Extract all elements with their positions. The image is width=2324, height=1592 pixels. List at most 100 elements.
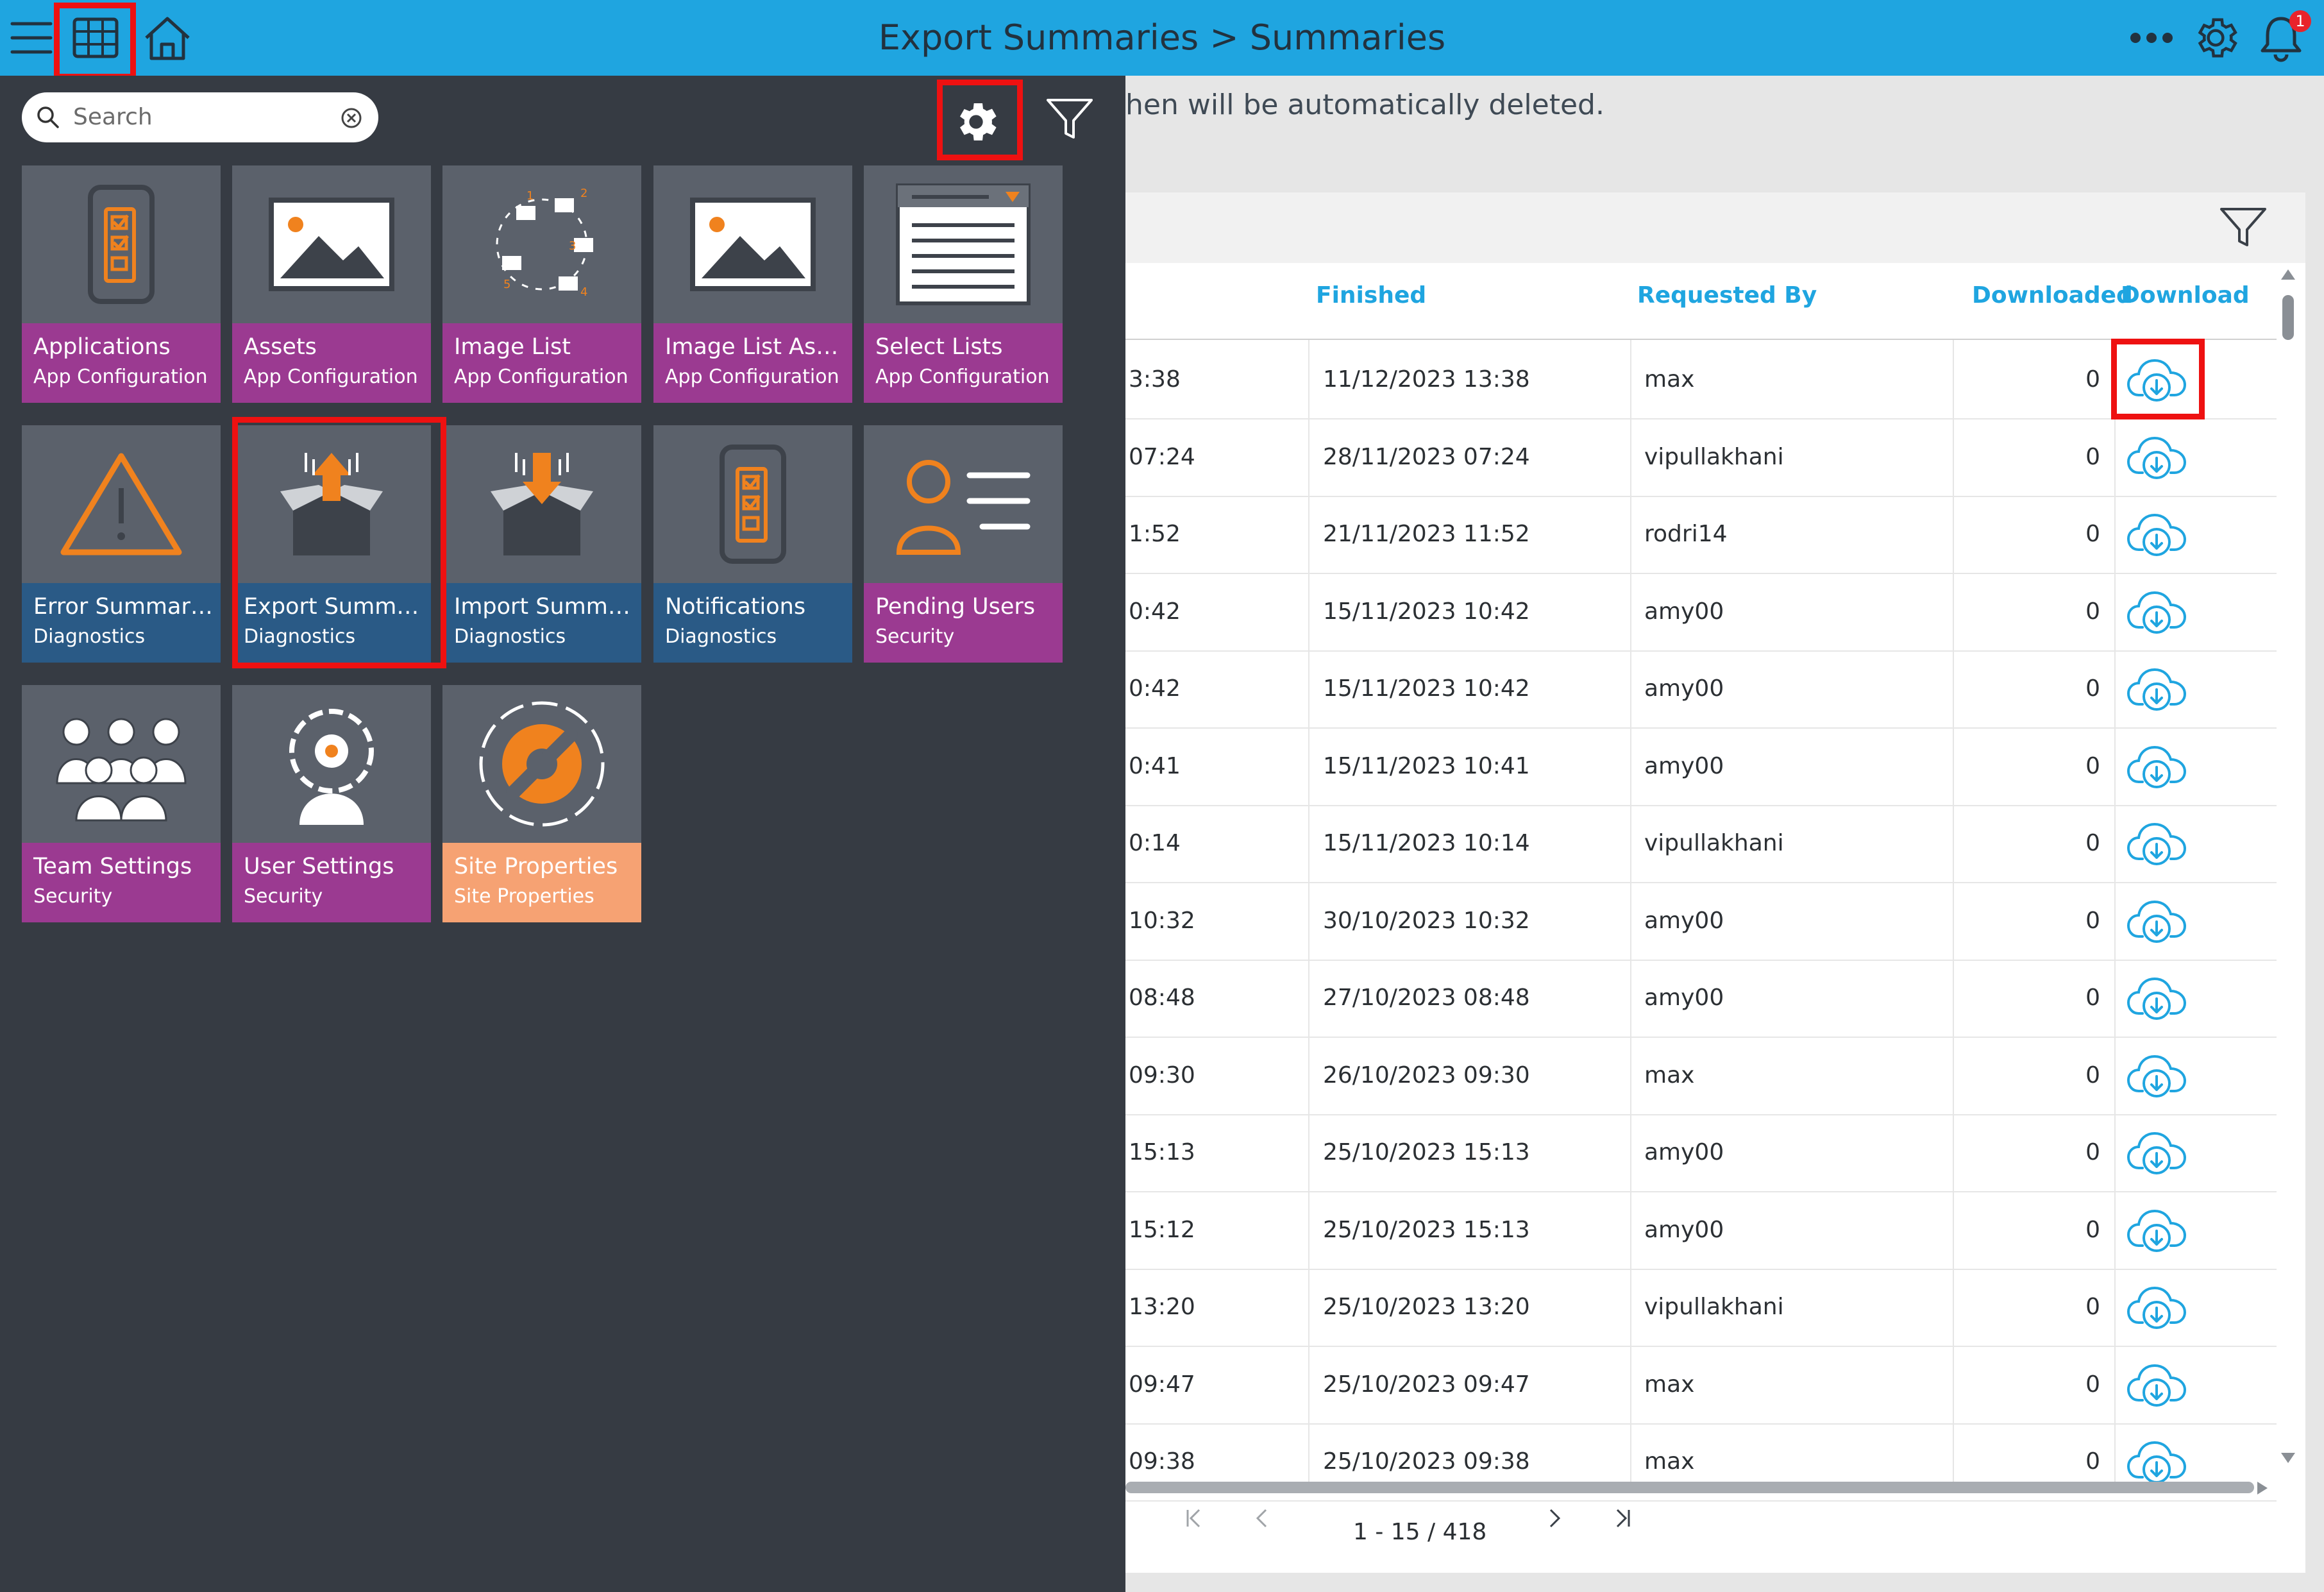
tile-category: Diagnostics: [454, 625, 566, 648]
table-row: 0:41 15/11/2023 10:41 amy00 0: [1125, 728, 2277, 806]
cloud-download-icon[interactable]: [2126, 897, 2187, 945]
app-tile-pending-users[interactable]: Pending Users Security: [864, 425, 1063, 663]
notifications-bell-icon[interactable]: 1: [2252, 9, 2311, 67]
home-icon[interactable]: [139, 9, 196, 67]
app-tile-import-summa[interactable]: Import Summa... Diagnostics: [442, 425, 641, 663]
app-tile-user-settings[interactable]: User Settings Security: [232, 685, 431, 922]
scroll-down-arrow-icon[interactable]: [2281, 1453, 2295, 1463]
vertical-scrollbar[interactable]: [2281, 269, 2295, 1475]
launcher-filter-icon[interactable]: [1045, 97, 1094, 144]
cell-finished: 25/10/2023 15:13: [1323, 1139, 1530, 1165]
tile-title: Import Summa...: [454, 594, 634, 620]
cell-finished: 28/11/2023 07:24: [1323, 443, 1530, 470]
prev-page-icon[interactable]: [1254, 1507, 1268, 1535]
import-box-icon: [442, 425, 641, 583]
cloud-download-icon[interactable]: [2126, 819, 2187, 868]
mobile-checklist-icon: [653, 425, 852, 583]
table-row: 10:32 30/10/2023 10:32 amy00 0: [1125, 883, 2277, 961]
highlight-apps-grid: [54, 3, 136, 80]
cloud-download-icon[interactable]: [2126, 1437, 2187, 1486]
app-search-input[interactable]: Search: [22, 92, 378, 142]
cell-finished: 11/12/2023 13:38: [1323, 366, 1530, 393]
tile-title: Select Lists: [875, 334, 1003, 360]
cloud-download-icon[interactable]: [2126, 1206, 2187, 1255]
last-page-icon[interactable]: [1615, 1507, 1631, 1535]
app-tile-notifications[interactable]: Notifications Diagnostics: [653, 425, 852, 663]
tile-category: Diagnostics: [665, 625, 777, 648]
first-page-icon[interactable]: [1185, 1507, 1202, 1535]
tile-title: Pending Users: [875, 594, 1036, 620]
page-range: 1 - 15 / 418: [1353, 1519, 1487, 1545]
next-page-icon[interactable]: [1548, 1507, 1562, 1535]
cloud-download-icon[interactable]: [2126, 510, 2187, 559]
cell-requested-by: rodri14: [1644, 521, 1728, 547]
cell-requested-by: amy00: [1644, 752, 1724, 779]
cloud-download-icon[interactable]: [2126, 433, 2187, 482]
column-header-download[interactable]: Download: [2121, 282, 2250, 309]
tile-caption: Error Summari... Diagnostics: [22, 583, 221, 663]
table-row: 15:13 25/10/2023 15:13 amy00 0: [1125, 1114, 2277, 1192]
tile-title: Image List Ass...: [665, 334, 845, 360]
table-row: 15:12 25/10/2023 15:13 amy00 0: [1125, 1192, 2277, 1270]
app-tile-image-list[interactable]: 1 2 3 4 5 Image List App Configuration: [442, 165, 641, 403]
cell-finished: 15/11/2023 10:41: [1323, 752, 1530, 779]
cell-downloaded: 0: [2085, 1062, 2100, 1088]
table-row: 07:24 28/11/2023 07:24 vipullakhani 0: [1125, 419, 2277, 497]
top-bar: Export Summaries > Summaries 1: [0, 0, 2324, 80]
user-gear-icon: [232, 685, 431, 843]
tile-title: Applications: [33, 334, 171, 360]
cell-requested-by: amy00: [1644, 675, 1724, 702]
cell-finished: 30/10/2023 10:32: [1323, 907, 1530, 934]
more-options-icon[interactable]: [2123, 9, 2180, 67]
app-tile-applications[interactable]: Applications App Configuration: [22, 165, 221, 403]
clear-search-icon[interactable]: [340, 106, 363, 130]
table-row: 0:42 15/11/2023 10:42 amy00 0: [1125, 650, 2277, 729]
cell-requested-by: vipullakhani: [1644, 830, 1784, 856]
table-filter-icon[interactable]: [2219, 207, 2268, 251]
cell-finished: 15/11/2023 10:14: [1323, 830, 1530, 856]
column-header-finished[interactable]: Finished: [1316, 282, 1426, 309]
cell-downloaded: 0: [2085, 443, 2100, 470]
app-tile-select-lists[interactable]: Select Lists App Configuration: [864, 165, 1063, 403]
cloud-download-icon[interactable]: [2126, 665, 2187, 713]
app-tile-team-settings[interactable]: Team Settings Security: [22, 685, 221, 922]
cloud-download-icon[interactable]: [2126, 742, 2187, 791]
cell-finished: 15/11/2023 10:42: [1323, 598, 1530, 625]
horizontal-scrollbar[interactable]: [1125, 1482, 2254, 1493]
app-tile-site-properties[interactable]: Site Properties Site Properties: [442, 685, 641, 922]
column-header-downloaded[interactable]: Downloaded: [1972, 282, 2133, 309]
app-tile-assets[interactable]: Assets App Configuration: [232, 165, 431, 403]
scroll-up-arrow-icon[interactable]: [2281, 269, 2295, 280]
cloud-download-icon[interactable]: [2126, 1360, 2187, 1409]
cell-started: 0:41: [1129, 752, 1181, 779]
menu-icon[interactable]: [3, 9, 60, 67]
app-tile-image-list-ass[interactable]: Image List Ass... App Configuration: [653, 165, 852, 403]
cell-requested-by: amy00: [1644, 598, 1724, 625]
cloud-download-icon[interactable]: [2126, 974, 2187, 1022]
tile-caption: Import Summa... Diagnostics: [442, 583, 641, 663]
vertical-scroll-thumb[interactable]: [2282, 295, 2294, 340]
cloud-download-icon[interactable]: [2126, 1128, 2187, 1177]
cell-finished: 25/10/2023 15:13: [1323, 1216, 1530, 1243]
settings-gear-icon[interactable]: [2187, 9, 2244, 67]
tile-category: Diagnostics: [33, 625, 146, 648]
svg-text:4: 4: [580, 285, 587, 299]
page-title: Export Summaries > Summaries: [878, 17, 1446, 58]
column-header-requested-by[interactable]: Requested By: [1637, 282, 1817, 309]
cell-requested-by: vipullakhani: [1644, 1294, 1784, 1320]
cloud-download-icon[interactable]: [2126, 588, 2187, 636]
cell-downloaded: 0: [2085, 1294, 2100, 1320]
cloud-download-icon[interactable]: [2126, 1051, 2187, 1100]
tile-category: Site Properties: [454, 885, 594, 908]
cell-downloaded: 0: [2085, 1216, 2100, 1243]
app-tile-error-summari[interactable]: Error Summari... Diagnostics: [22, 425, 221, 663]
scroll-right-arrow-icon[interactable]: [2257, 1482, 2268, 1495]
cell-finished: 25/10/2023 13:20: [1323, 1294, 1530, 1320]
cloud-download-icon[interactable]: [2126, 1283, 2187, 1332]
cell-started: 08:48: [1129, 985, 1195, 1011]
table-row: 1:52 21/11/2023 11:52 rodri14 0: [1125, 496, 2277, 574]
table-row: 08:48 27/10/2023 08:48 amy00 0: [1125, 960, 2277, 1038]
team-icon: [22, 685, 221, 843]
highlight-export-summaries-tile: [232, 417, 446, 668]
tile-category: App Configuration: [875, 366, 1050, 388]
